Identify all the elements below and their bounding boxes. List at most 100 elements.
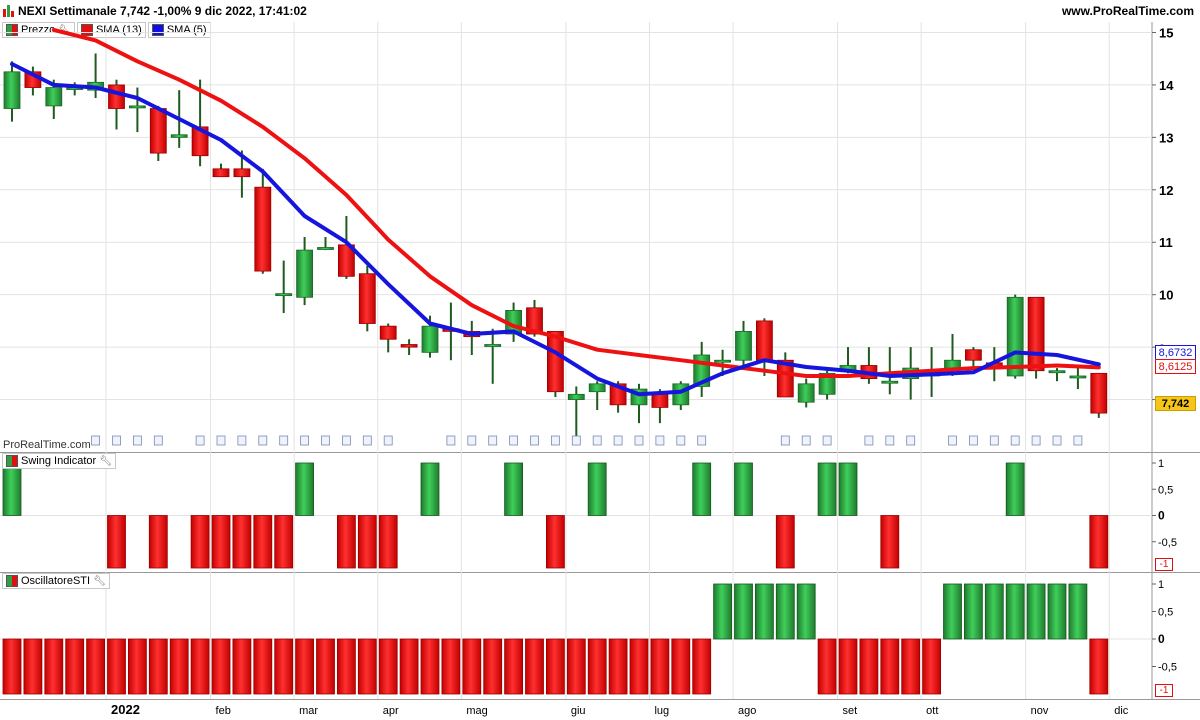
candle-up [1069,375,1087,379]
event-marker-icon [467,435,477,446]
sti-tick-label: 0 [1158,632,1165,646]
candle-down [108,84,125,109]
swing-bar-negative [378,515,398,569]
candle-up [881,380,899,384]
sti-bar-negative [546,638,565,695]
event-marker-icon [153,435,163,446]
sti-bar-negative [462,638,482,695]
x-tick-label: nov [1031,705,1049,717]
swing-bar-negative [253,515,273,569]
event-marker-icon [530,435,539,446]
sti-tick-label: 1 [1158,579,1164,591]
candle-up [170,134,188,138]
candle-down [149,108,167,154]
event-marker-icon [551,435,560,446]
candle-up [567,393,585,400]
swing-tick-label: 0 [1158,509,1165,523]
event-marker-icon [446,435,456,446]
swing-bar-positive [587,462,607,516]
sti-bar-negative [399,638,419,695]
sti-bar-negative [316,638,335,695]
event-marker-icon [592,435,602,446]
sti-bar-negative [2,638,22,695]
swing-bar-positive [734,462,753,516]
sti-bar-negative [107,638,126,695]
x-tick-label: feb [216,705,231,717]
candle-down [379,325,397,340]
candle-up [484,344,502,347]
candle-up [1006,296,1024,377]
candle-up [714,359,731,363]
swing-bar-negative [190,515,210,569]
sti-bar-positive [1026,583,1046,640]
x-tick-label: 2022 [111,702,140,717]
swing-bar-negative [148,515,168,569]
sti-bar-negative [420,638,440,695]
swing-panel-label[interactable]: Swing Indicator 🔧︎ [2,453,116,469]
candle-up [317,247,334,250]
sti-bar-negative [441,638,461,695]
sti-bar-negative [838,638,858,695]
sti-bar-negative [525,638,544,695]
swing-bar-positive [295,462,315,516]
sti-bar-negative [504,638,524,695]
sti-bar-positive [775,583,795,640]
candle-up [797,383,815,403]
sti-bar-negative [23,638,43,695]
price-tick-label: 12 [1159,183,1173,198]
last-price-tag: 7,742 [1155,396,1196,411]
sti-bar-negative [211,638,231,695]
price-tick-label: 11 [1159,235,1173,250]
event-marker-icon [279,435,289,446]
swing-bar-positive [1005,462,1025,516]
candle-up [588,383,606,393]
event-marker-icon [655,435,665,446]
x-tick-label: giu [571,705,586,717]
candle-down [358,273,376,324]
candle-down [1027,296,1045,372]
sti-bar-positive [755,583,774,640]
swing-label: Swing Indicator [21,455,97,467]
event-marker-icon [195,435,205,446]
sti-axis-min-tag: -1 [1155,684,1173,697]
sti-bar-positive [964,583,983,640]
sti-bar-negative [922,638,941,695]
sti-bar-negative [1089,638,1109,695]
event-marker-icon [237,435,247,446]
swing-axis-min-tag: -1 [1155,558,1173,571]
event-marker-icon [321,435,330,446]
sti-bar-negative [190,638,210,695]
event-marker-icon [383,435,393,446]
sti-bar-negative [274,638,294,695]
sti-bar-negative [650,638,670,695]
swing-bar-positive [2,462,22,516]
wrench-icon[interactable]: 🔧︎ [93,576,106,587]
x-tick-label: lug [654,705,669,717]
sti-bar-negative [86,638,105,695]
candle-down [756,320,773,361]
sti-swatch [6,575,18,587]
swing-tick-label: -0,5 [1158,537,1177,549]
event-marker-icon [676,435,686,446]
chart-canvas[interactable]: 1514131211109810,50-0,510,50-0,52022febm… [0,0,1200,720]
sti-panel-label[interactable]: OscillatoreSTI 🔧︎ [2,573,110,589]
price-tick-label: 15 [1159,25,1173,40]
price-tick-label: 14 [1159,78,1174,93]
swing-bar-positive [838,462,858,516]
event-marker-icon [488,435,498,446]
wrench-icon[interactable]: 🔧︎ [99,456,112,467]
candle-down [1090,372,1108,414]
swing-bar-positive [420,462,440,516]
event-marker-icon [258,435,268,446]
sti-bar-positive [734,583,753,640]
candle-up [296,249,314,298]
sti-bar-negative [127,638,147,695]
sti-bar-positive [1047,583,1067,640]
sti-bar-negative [483,638,503,695]
candle-up [1048,370,1066,374]
x-tick-label: ago [738,705,756,717]
sti-bar-negative [671,638,691,695]
sti-bar-negative [566,638,586,695]
swing-bar-negative [546,515,565,569]
candle-down [233,168,251,178]
